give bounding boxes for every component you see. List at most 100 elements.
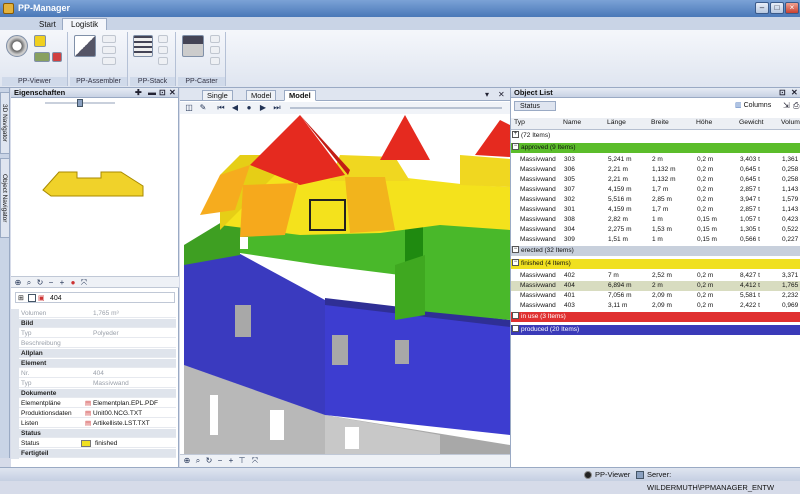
checkbox[interactable] <box>28 294 36 302</box>
group-by-status[interactable]: Status <box>514 101 556 111</box>
copy-icon[interactable] <box>210 57 220 65</box>
property-row[interactable]: Typ Polyeder <box>19 329 176 338</box>
minus-icon[interactable]: − <box>46 278 56 288</box>
property-row[interactable]: Dokumente <box>19 389 176 398</box>
property-row[interactable]: Listen ▤ Artikelliste.LST.TXT <box>19 419 176 428</box>
image-icon[interactable] <box>34 52 50 62</box>
table-row[interactable]: Massivwand 402 7 m 2,52 m 0,2 m 8,427 t 3,371 <box>511 271 800 281</box>
fit-icon[interactable]: ⤧ <box>79 278 89 288</box>
table-row[interactable]: Massivwand 403 3,11 m 2,09 m 0,2 m 2,422 t 0,9… <box>511 301 800 311</box>
property-row[interactable]: Produktionsdaten ▤ Unit00.NCG.TXT <box>19 409 176 418</box>
expand-icon[interactable]: − <box>512 143 519 150</box>
table-row[interactable]: Massivwand 308 2,82 m 1 m 0,15 m 1,057 t 0,423 <box>511 215 800 225</box>
view-icon[interactable]: ⊕ <box>182 456 192 466</box>
camera-icon[interactable]: ◫ <box>184 103 194 113</box>
group-row[interactable]: − in use (3 Items) <box>511 312 800 322</box>
property-row[interactable]: Elementpläne ▤ Elementplan.EPL.PDF <box>19 399 176 408</box>
export-icon[interactable]: ⇲ <box>783 101 790 111</box>
zoom-icon[interactable]: ⌕ <box>24 278 34 288</box>
delete-icon[interactable] <box>210 46 220 54</box>
play-icon[interactable]: ● <box>244 103 254 113</box>
column-header[interactable]: Name <box>563 119 581 126</box>
group-row[interactable]: − approved (9 Items) <box>511 143 800 153</box>
assembler-icon[interactable] <box>74 35 96 57</box>
column-header[interactable]: Länge <box>607 119 626 126</box>
viewer-icon[interactable] <box>6 35 28 57</box>
column-header[interactable]: Breite <box>651 119 669 126</box>
timeline-slider[interactable] <box>290 107 502 109</box>
property-row[interactable]: Element <box>19 359 176 368</box>
section-icon[interactable]: ⊤ <box>237 456 247 466</box>
caster-icon[interactable] <box>182 35 204 57</box>
group-row[interactable]: − produced (20 Items) <box>511 325 800 335</box>
expand-icon[interactable]: − <box>512 259 519 266</box>
close-panel-icon[interactable]: ✕ <box>169 88 176 98</box>
column-header[interactable]: Höhe <box>696 119 712 126</box>
tab-model[interactable]: Model <box>246 90 277 101</box>
tree-item[interactable]: ⊞ ▣ 404 <box>15 292 175 303</box>
marker-icon[interactable]: ● <box>68 278 78 288</box>
property-row[interactable]: Typ Massivwand <box>19 379 176 388</box>
close-tab-icon[interactable]: ✕ <box>498 90 505 100</box>
close-button[interactable]: × <box>785 2 799 14</box>
close-panel-icon[interactable]: ✕ <box>791 88 798 98</box>
table-row[interactable]: Massivwand 303 5,241 m 2 m 0,2 m 3,403 t 1,361 <box>511 155 800 165</box>
zoom-slider-thumb[interactable] <box>77 99 83 107</box>
arrow-left-icon[interactable] <box>102 57 116 65</box>
column-header[interactable]: Typ <box>514 119 525 126</box>
plus-icon[interactable]: + <box>226 456 236 466</box>
dropdown-icon[interactable]: ▾ <box>485 90 489 100</box>
brush-icon[interactable]: ✎ <box>198 103 208 113</box>
table-row[interactable]: Massivwand 309 1,51 m 1 m 0,15 m 0,566 t 0,227 <box>511 235 800 245</box>
tab-model-active[interactable]: Model <box>284 90 316 101</box>
minimize-button[interactable]: – <box>755 2 769 14</box>
property-row[interactable]: Status finished <box>19 439 176 448</box>
paint-icon[interactable] <box>52 52 62 62</box>
column-header[interactable]: Volum <box>781 119 800 126</box>
expand-icon[interactable]: + <box>512 131 519 138</box>
maximize-button[interactable]: □ <box>770 2 784 14</box>
column-header[interactable]: Gewicht <box>739 119 764 126</box>
property-row[interactable]: Allplan <box>19 349 176 358</box>
expand-icon[interactable]: − <box>512 312 519 319</box>
stack-icon[interactable] <box>133 35 153 57</box>
add-icon[interactable] <box>210 35 220 43</box>
group-row[interactable]: − erected (32 Items) <box>511 246 800 256</box>
table-row[interactable]: Massivwand 306 2,21 m 1,132 m 0,2 m 0,645 t 0,… <box>511 165 800 175</box>
arrow-right-icon[interactable] <box>102 35 116 43</box>
table-row[interactable]: Massivwand 304 2,275 m 1,53 m 0,15 m 1,305 t 0… <box>511 225 800 235</box>
first-frame-icon[interactable]: ⏮ <box>216 103 226 113</box>
table-row[interactable]: Massivwand 302 5,516 m 2,85 m 0,2 m 3,947 t 1,… <box>511 195 800 205</box>
next-frame-icon[interactable]: ▶ <box>258 103 268 113</box>
dock-icon[interactable]: ⊡ <box>779 88 786 98</box>
property-row[interactable]: Volumen 1,765 m³ <box>19 309 176 318</box>
previous-frame-icon[interactable]: ◀ <box>230 103 240 113</box>
pin-icon[interactable]: ✚ <box>135 88 142 98</box>
zoom-icon[interactable]: ⌕ <box>193 456 203 466</box>
minimize-panel-icon[interactable]: ▬ <box>148 88 156 98</box>
property-row[interactable]: Beschreibung <box>19 339 176 348</box>
fit-icon[interactable]: ⤧ <box>250 456 260 466</box>
property-row[interactable]: Status <box>19 429 176 438</box>
tab-object-navigator[interactable]: Object Navigator <box>0 158 10 238</box>
rotate-icon[interactable]: ↻ <box>204 456 214 466</box>
property-row[interactable]: Fertigteil <box>19 449 176 458</box>
minus-icon[interactable]: − <box>215 456 225 466</box>
plus-icon[interactable]: + <box>57 278 67 288</box>
color-icon[interactable] <box>34 35 46 47</box>
tab-single[interactable]: Single <box>202 90 233 101</box>
table-row[interactable]: Massivwand 401 7,056 m 2,09 m 0,2 m 5,581 t 2,… <box>511 291 800 301</box>
expand-icon[interactable]: − <box>512 325 519 332</box>
expand-icon[interactable]: ⊞ <box>18 293 24 304</box>
delete-icon[interactable] <box>158 46 168 54</box>
rotate-icon[interactable]: ↻ <box>35 278 45 288</box>
tab-3d-navigator[interactable]: 3D Navigator <box>0 92 10 154</box>
property-row[interactable]: Nr. 404 <box>19 369 176 378</box>
dock-icon[interactable]: ⊡ <box>159 88 166 98</box>
total-row[interactable]: + (72 Items) <box>511 131 800 141</box>
table-row[interactable]: Massivwand 301 4,159 m 1,7 m 0,2 m 2,857 t 1,1… <box>511 205 800 215</box>
add-icon[interactable] <box>158 35 168 43</box>
columns-button[interactable]: ▥ Columns <box>735 101 781 111</box>
last-frame-icon[interactable]: ⏭ <box>272 103 282 113</box>
table-row[interactable]: Massivwand 305 2,21 m 1,132 m 0,2 m 0,645 t 0,… <box>511 175 800 185</box>
